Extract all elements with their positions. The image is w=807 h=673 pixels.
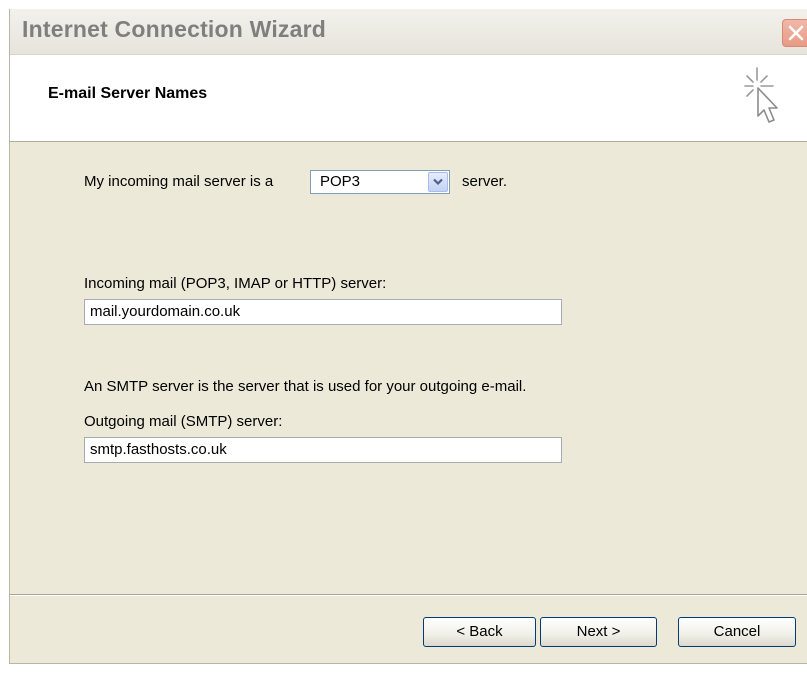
chevron-down-icon bbox=[433, 178, 443, 186]
title-bar[interactable]: Internet Connection Wizard bbox=[10, 9, 807, 55]
outgoing-server-value: smtp.fasthosts.co.uk bbox=[90, 441, 227, 458]
incoming-server-label: Incoming mail (POP3, IMAP or HTTP) serve… bbox=[84, 275, 387, 292]
wizard-cursor-icon bbox=[744, 67, 778, 123]
window-title: Internet Connection Wizard bbox=[22, 16, 326, 42]
next-button[interactable]: Next > bbox=[540, 617, 657, 647]
close-button[interactable] bbox=[782, 19, 807, 47]
page-title: E-mail Server Names bbox=[48, 85, 208, 102]
server-type-dropdown-button[interactable] bbox=[428, 172, 448, 192]
footer-divider bbox=[10, 594, 807, 596]
outgoing-server-label: Outgoing mail (SMTP) server: bbox=[84, 413, 283, 430]
cancel-button[interactable]: Cancel bbox=[678, 617, 796, 647]
outgoing-server-input[interactable]: smtp.fasthosts.co.uk bbox=[84, 437, 562, 463]
incoming-server-type-prefix: My incoming mail server is a bbox=[84, 173, 274, 190]
incoming-server-value: mail.yourdomain.co.uk bbox=[90, 303, 241, 320]
server-type-select[interactable]: POP3 bbox=[310, 170, 450, 194]
server-type-value: POP3 bbox=[320, 173, 361, 190]
wizard-header: E-mail Server Names bbox=[10, 55, 807, 142]
incoming-server-type-suffix: server. bbox=[462, 173, 508, 190]
close-icon bbox=[788, 25, 804, 41]
incoming-server-input[interactable]: mail.yourdomain.co.uk bbox=[84, 299, 562, 325]
wizard-content: My incoming mail server is a POP3 server… bbox=[10, 142, 807, 592]
back-button[interactable]: < Back bbox=[423, 617, 536, 647]
wizard-window: Internet Connection Wizard E-mail Server… bbox=[9, 9, 807, 664]
smtp-description: An SMTP server is the server that is use… bbox=[84, 378, 527, 395]
